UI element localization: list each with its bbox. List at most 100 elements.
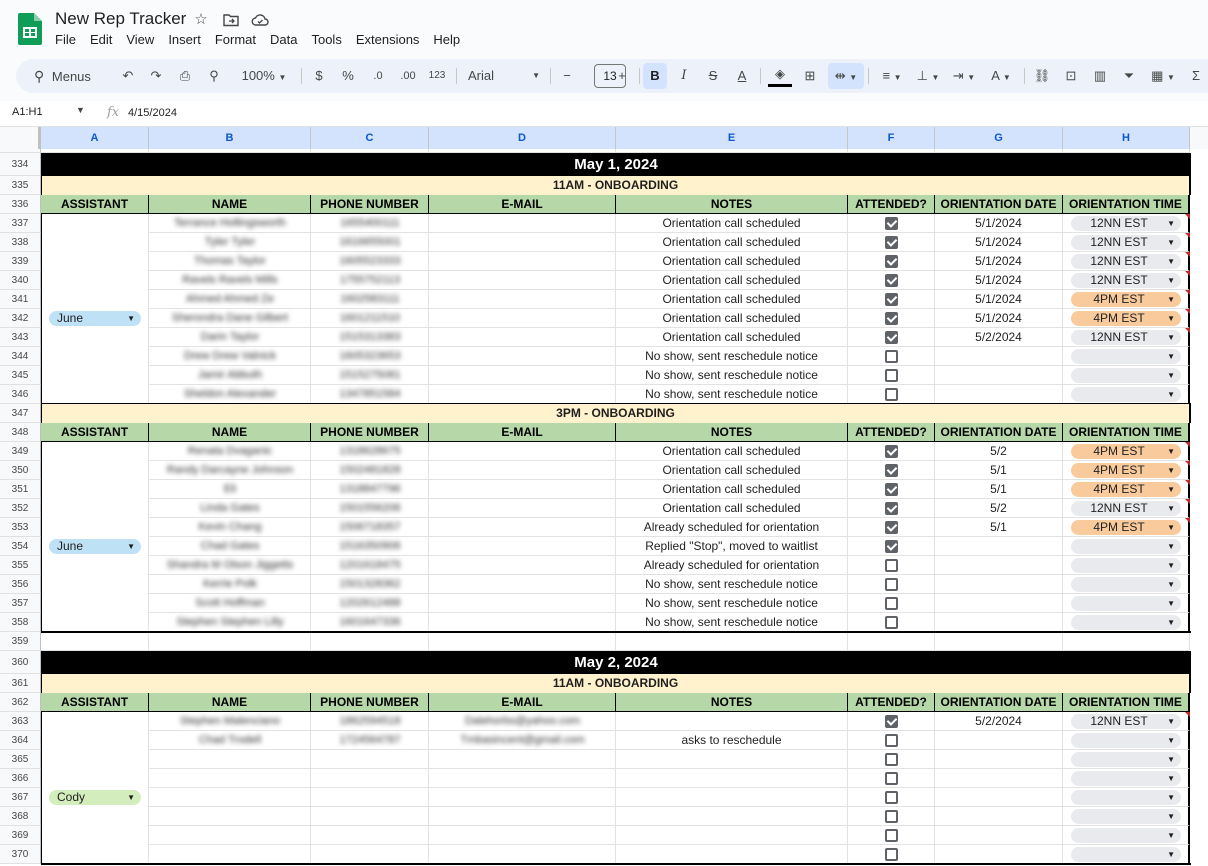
assistant-dropdown[interactable]: June ▼ xyxy=(49,311,141,326)
orientation-time-dropdown[interactable]: 4PM EST ▼ xyxy=(1071,463,1181,478)
orientation-time-dropdown[interactable]: 12NN EST ▼ xyxy=(1071,273,1181,288)
orientation-date-cell[interactable] xyxy=(935,575,1063,594)
orientation-time-dropdown[interactable]: ▼ xyxy=(1071,387,1181,402)
orientation-date-cell[interactable] xyxy=(935,750,1063,769)
orientation-time-dropdown[interactable]: ▼ xyxy=(1071,828,1181,843)
notes-cell[interactable]: Orientation call scheduled xyxy=(616,309,848,328)
decrease-decimal-button[interactable]: .0 xyxy=(366,59,390,93)
attended-checkbox[interactable] xyxy=(885,810,898,823)
orientation-date-cell[interactable]: 5/1 xyxy=(935,461,1063,480)
text-color-button[interactable]: A xyxy=(730,59,754,93)
notes-cell[interactable]: Orientation call scheduled xyxy=(616,271,848,290)
notes-cell[interactable]: Orientation call scheduled xyxy=(616,328,848,347)
orientation-date-cell[interactable]: 5/1/2024 xyxy=(935,214,1063,233)
orientation-date-cell[interactable] xyxy=(935,826,1063,845)
attended-checkbox[interactable] xyxy=(885,369,898,382)
orientation-date-cell[interactable]: 5/1/2024 xyxy=(935,290,1063,309)
orientation-date-cell[interactable]: 5/1 xyxy=(935,518,1063,537)
orientation-date-cell[interactable] xyxy=(935,537,1063,556)
row-header-356[interactable]: 356 xyxy=(0,575,41,594)
row-header-367[interactable]: 367 xyxy=(0,788,41,807)
attended-checkbox[interactable] xyxy=(885,715,898,728)
cell[interactable] xyxy=(935,632,1063,651)
row-header-366[interactable]: 366 xyxy=(0,769,41,788)
menu-edit[interactable]: Edit xyxy=(83,32,119,50)
attended-checkbox[interactable] xyxy=(885,521,898,534)
font-size-increase-icon[interactable]: + xyxy=(610,59,634,93)
row-header-360[interactable]: 360 xyxy=(0,651,41,674)
orientation-date-cell[interactable] xyxy=(935,845,1063,864)
row-header-368[interactable]: 368 xyxy=(0,807,41,826)
paint-format-icon[interactable]: ⚲ xyxy=(202,59,226,93)
notes-cell[interactable]: No show, sent reschedule notice xyxy=(616,366,848,385)
italic-button[interactable]: I xyxy=(672,59,696,93)
cell[interactable] xyxy=(149,632,311,651)
row-header-344[interactable]: 344 xyxy=(0,347,41,366)
attended-checkbox[interactable] xyxy=(885,312,898,325)
orientation-time-dropdown[interactable]: 12NN EST ▼ xyxy=(1071,501,1181,516)
menu-insert[interactable]: Insert xyxy=(161,32,208,50)
notes-cell[interactable] xyxy=(616,826,848,845)
orientation-time-dropdown[interactable]: ▼ xyxy=(1071,790,1181,805)
attended-checkbox[interactable] xyxy=(885,753,898,766)
row-header-351[interactable]: 351 xyxy=(0,480,41,499)
row-header-342[interactable]: 342 xyxy=(0,309,41,328)
orientation-date-cell[interactable] xyxy=(935,807,1063,826)
orientation-date-cell[interactable] xyxy=(935,613,1063,632)
menu-view[interactable]: View xyxy=(119,32,161,50)
orientation-time-dropdown[interactable]: 4PM EST ▼ xyxy=(1071,520,1181,535)
row-header-345[interactable]: 345 xyxy=(0,366,41,385)
notes-cell[interactable]: Orientation call scheduled xyxy=(616,252,848,271)
insert-link-icon[interactable]: ⛓ xyxy=(1030,59,1054,93)
column-header-b[interactable]: B xyxy=(149,127,311,149)
redo-icon[interactable]: ↷ xyxy=(144,59,168,93)
attended-checkbox[interactable] xyxy=(885,255,898,268)
attended-checkbox[interactable] xyxy=(885,293,898,306)
orientation-date-cell[interactable]: 5/2 xyxy=(935,499,1063,518)
attended-checkbox[interactable] xyxy=(885,217,898,230)
assistant-dropdown[interactable]: Cody ▼ xyxy=(49,790,141,805)
row-header-346[interactable]: 346 xyxy=(0,385,41,404)
percent-format-button[interactable]: % xyxy=(336,59,360,93)
orientation-date-cell[interactable]: 5/1 xyxy=(935,480,1063,499)
borders-icon[interactable]: ⊞ xyxy=(798,59,822,93)
document-title[interactable]: New Rep Tracker xyxy=(55,9,186,29)
attended-checkbox[interactable] xyxy=(885,388,898,401)
row-header-352[interactable]: 352 xyxy=(0,499,41,518)
row-header-362[interactable]: 362 xyxy=(0,693,41,712)
insert-comment-icon[interactable]: ⊡ xyxy=(1059,59,1083,93)
attended-checkbox[interactable] xyxy=(885,734,898,747)
row-header-357[interactable]: 357 xyxy=(0,594,41,613)
menus-search[interactable]: ⚲ Menus xyxy=(24,59,104,93)
notes-cell[interactable] xyxy=(616,769,848,788)
orientation-date-cell[interactable]: 5/1/2024 xyxy=(935,271,1063,290)
attended-checkbox[interactable] xyxy=(885,540,898,553)
menu-file[interactable]: File xyxy=(48,32,83,50)
notes-cell[interactable]: asks to reschedule xyxy=(616,731,848,750)
fill-color-icon[interactable]: ◈ xyxy=(768,61,792,87)
menu-data[interactable]: Data xyxy=(263,32,304,50)
notes-cell[interactable]: Already scheduled for orientation xyxy=(616,518,848,537)
orientation-time-dropdown[interactable]: 4PM EST ▼ xyxy=(1071,482,1181,497)
orientation-time-dropdown[interactable]: ▼ xyxy=(1071,368,1181,383)
orientation-date-cell[interactable]: 5/2/2024 xyxy=(935,712,1063,731)
column-header-c[interactable]: C xyxy=(311,127,429,149)
orientation-time-dropdown[interactable]: ▼ xyxy=(1071,577,1181,592)
orientation-date-cell[interactable]: 5/2/2024 xyxy=(935,328,1063,347)
orientation-time-dropdown[interactable]: ▼ xyxy=(1071,771,1181,786)
notes-cell[interactable] xyxy=(616,845,848,864)
column-header-g[interactable]: G xyxy=(935,127,1063,149)
cell[interactable] xyxy=(848,632,935,651)
column-header-f[interactable]: F xyxy=(848,127,935,149)
orientation-time-dropdown[interactable]: ▼ xyxy=(1071,752,1181,767)
orientation-date-cell[interactable]: 5/1/2024 xyxy=(935,252,1063,271)
orientation-time-dropdown[interactable]: ▼ xyxy=(1071,733,1181,748)
filter-icon[interactable]: ⏷ xyxy=(1117,59,1141,93)
attended-checkbox[interactable] xyxy=(885,772,898,785)
zoom-select[interactable]: 100% ▼ xyxy=(234,59,294,93)
number-format-button[interactable]: 123 xyxy=(425,59,449,93)
row-header-349[interactable]: 349 xyxy=(0,442,41,461)
spreadsheet-grid[interactable]: ABCDEFGH 334 335 336 337 338 339 340 341 342 343 3… xyxy=(0,127,1208,866)
orientation-date-cell[interactable]: 5/1/2024 xyxy=(935,233,1063,252)
menu-extensions[interactable]: Extensions xyxy=(349,32,427,50)
